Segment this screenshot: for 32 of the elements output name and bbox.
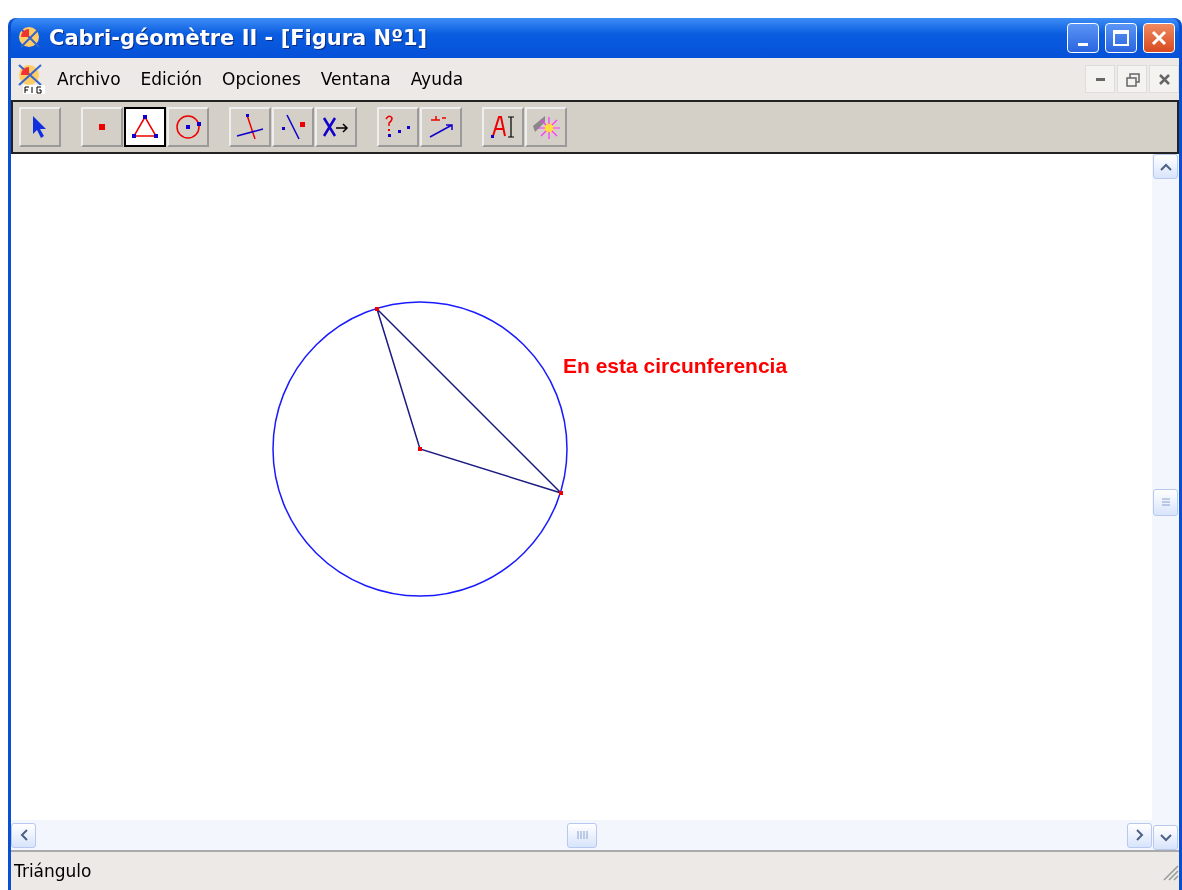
vertical-scroll-thumb[interactable] [1153, 488, 1178, 516]
figure-label: En esta circunferencia [563, 354, 788, 378]
menu-item[interactable]: Archivo [47, 69, 131, 89]
window-title: Cabri-géomètre II - [Figura Nº1] [49, 26, 429, 50]
minimize-icon [1095, 77, 1105, 81]
maximize-button[interactable] [1105, 23, 1137, 53]
status-text: Triángulo [14, 861, 92, 881]
scroll-left-button[interactable] [11, 822, 36, 848]
menu-item[interactable]: Edición [130, 69, 213, 89]
point-icon [99, 124, 105, 130]
mdi-close-button[interactable] [1149, 65, 1179, 93]
tool-button[interactable] [124, 107, 166, 147]
intersecting-lines-icon [235, 112, 265, 142]
grip-icon [1160, 497, 1171, 507]
close-icon [1156, 71, 1172, 87]
horizontal-scroll-thumb[interactable] [566, 822, 597, 848]
close-button[interactable] [1143, 23, 1175, 53]
mdi-restore-button[interactable] [1117, 65, 1147, 93]
menu-item[interactable]: Ayuda [400, 69, 474, 89]
circle-icon [173, 112, 203, 142]
scroll-right-button[interactable] [1127, 822, 1152, 848]
menu-item[interactable]: Opciones [212, 69, 311, 89]
minimize-icon [1078, 42, 1088, 46]
scroll-down-button[interactable] [1153, 825, 1178, 850]
grip-icon [575, 830, 588, 840]
scroll-up-button[interactable] [1153, 154, 1178, 179]
minimize-button[interactable] [1067, 23, 1099, 53]
menu-item[interactable]: Ventana [310, 69, 401, 89]
mdi-minimize-button[interactable] [1085, 65, 1115, 93]
restore-icon [1124, 71, 1140, 87]
close-icon [1150, 29, 1168, 47]
maximize-icon [1112, 29, 1130, 47]
